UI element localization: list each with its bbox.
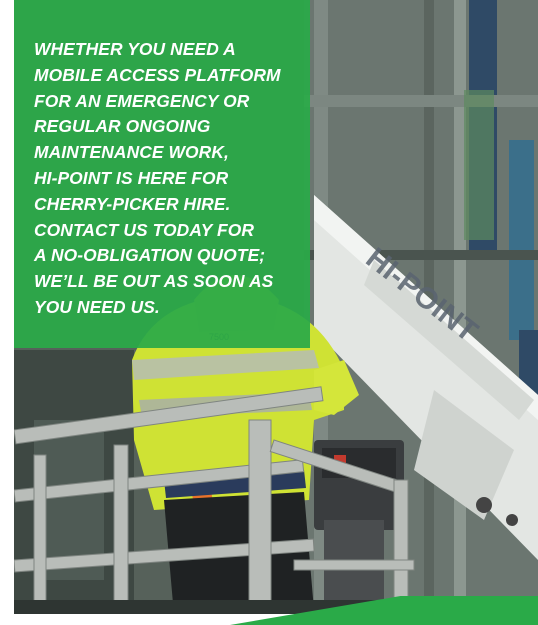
promo-line: WE’LL BE OUT AS SOON AS bbox=[34, 271, 274, 292]
promo-line: CONTACT US TODAY FOR bbox=[34, 219, 255, 240]
promo-line: MOBILE ACCESS PLATFORM bbox=[34, 64, 281, 85]
promo-line: HI-POINT IS HERE FOR bbox=[34, 167, 229, 188]
promo-line: REGULAR ONGOING bbox=[34, 116, 211, 137]
promo-line: YOU NEED US. bbox=[34, 296, 160, 317]
promo-line: A NO-OBLIGATION QUOTE; bbox=[34, 245, 266, 266]
promo-text: WHETHER YOU NEED A MOBILE ACCESS PLATFOR… bbox=[34, 37, 310, 321]
promo-line: CHERRY-PICKER HIRE. bbox=[34, 193, 231, 214]
promo-line: WHETHER YOU NEED A bbox=[34, 39, 236, 59]
promo-line: MAINTENANCE WORK, bbox=[34, 142, 229, 163]
promo-overlay: WHETHER YOU NEED A MOBILE ACCESS PLATFOR… bbox=[14, 0, 310, 348]
promo-line: FOR AN EMERGENCY OR bbox=[34, 90, 250, 111]
